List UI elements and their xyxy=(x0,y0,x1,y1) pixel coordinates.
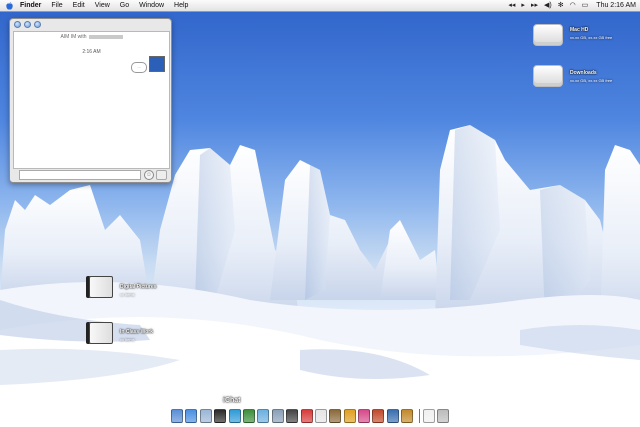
rewind-icon[interactable]: ◂◂ xyxy=(508,0,515,11)
dock-tooltip: iChat xyxy=(223,397,241,404)
finder-icon[interactable] xyxy=(171,408,183,423)
folder-icon[interactable] xyxy=(89,322,113,344)
messenger-icon[interactable] xyxy=(228,408,241,423)
chat-window[interactable]: AIM IM with 2:16 AM ... ☺ xyxy=(9,18,172,183)
dock-separator xyxy=(418,408,420,423)
menu-help[interactable]: Help xyxy=(174,0,188,11)
fast-forward-icon[interactable]: ▸▸ xyxy=(531,0,538,11)
address-book-icon[interactable] xyxy=(242,408,255,423)
ical-icon[interactable] xyxy=(300,408,313,423)
books-icon[interactable] xyxy=(386,408,399,423)
close-button[interactable] xyxy=(14,21,21,28)
trash-icon[interactable] xyxy=(437,408,450,423)
downloads-label: Downloads xyxy=(570,70,597,76)
dock xyxy=(166,405,472,425)
folder-icon[interactable] xyxy=(89,276,113,298)
mac-hd-label: Mac HD xyxy=(570,27,589,33)
menu-file[interactable]: File xyxy=(51,0,62,11)
flower-icon[interactable] xyxy=(358,408,371,423)
in-class-work-label: In Class Work xyxy=(120,329,153,335)
menu-window[interactable]: Window xyxy=(139,0,164,11)
chat-timestamp: 2:16 AM xyxy=(82,49,101,55)
preview-icon[interactable] xyxy=(314,408,327,423)
imovie-icon[interactable] xyxy=(286,408,299,423)
desktop-icon-in-class-work[interactable] xyxy=(89,322,113,344)
desktop-icon-mac-hd[interactable] xyxy=(533,24,563,46)
chat-title: AIM IM with xyxy=(60,34,87,40)
desktop-icon-downloads[interactable] xyxy=(533,65,563,87)
iphoto-icon[interactable] xyxy=(271,408,284,423)
message-input[interactable] xyxy=(19,170,141,180)
digital-pictures-sub: xx items xyxy=(120,292,135,297)
mail-icon[interactable] xyxy=(199,408,212,423)
menu-finder[interactable]: Finder xyxy=(20,0,41,11)
apple-icon[interactable] xyxy=(6,1,14,10)
pencil-icon[interactable] xyxy=(329,408,342,423)
airport-icon[interactable]: ◠ xyxy=(570,0,576,11)
digital-pictures-label: Digital Pictures xyxy=(120,284,157,290)
bluetooth-icon[interactable]: ✻ xyxy=(558,0,564,11)
chat-header: AIM IM with xyxy=(14,34,169,40)
mac-hd-sub: xx.xx GB, xx.xx GB free xyxy=(570,35,613,40)
redacted-screenname xyxy=(88,34,123,39)
buddy-icon xyxy=(149,56,165,72)
menu-bar: Finder File Edit View Go Window Help ◂◂ … xyxy=(0,0,640,12)
volume-icon[interactable]: ◀) xyxy=(544,0,552,11)
ichat-icon[interactable] xyxy=(214,408,227,423)
window-titlebar[interactable] xyxy=(10,19,171,30)
menu-clock[interactable]: Thu 2:16 AM xyxy=(596,0,636,11)
hard-drive-icon[interactable] xyxy=(533,24,563,46)
typing-bubble: ... xyxy=(131,62,147,73)
resize-grip[interactable] xyxy=(156,170,167,180)
message-input-bar: ☺ xyxy=(13,169,168,180)
downloads-sub: xx.xx GB, xx.xx GB free xyxy=(570,78,613,83)
drive-icon[interactable] xyxy=(533,65,563,87)
menu-edit[interactable]: Edit xyxy=(73,0,85,11)
chat-transcript[interactable]: AIM IM with 2:16 AM ... xyxy=(13,31,170,169)
shell-icon[interactable] xyxy=(401,408,414,423)
battery-icon[interactable]: ▭ xyxy=(582,0,589,11)
minimize-button[interactable] xyxy=(24,21,31,28)
play-pause-icon[interactable]: ▸ xyxy=(521,0,525,11)
status-menus: ◂◂ ▸ ▸▸ ◀) ✻ ◠ ▭ Thu 2:16 AM xyxy=(502,0,636,11)
cube-icon[interactable] xyxy=(372,408,385,423)
zoom-button[interactable] xyxy=(34,21,41,28)
checkmark-icon[interactable] xyxy=(343,408,356,423)
safari-icon[interactable] xyxy=(185,408,198,423)
in-class-work-sub: xx items xyxy=(120,337,135,342)
menu-go[interactable]: Go xyxy=(120,0,129,11)
desktop-icon-digital-pictures[interactable] xyxy=(89,276,113,298)
smiley-icon[interactable]: ☺ xyxy=(144,170,154,180)
menu-view[interactable]: View xyxy=(95,0,110,11)
itunes-icon[interactable] xyxy=(257,408,270,423)
documents-icon[interactable] xyxy=(422,408,435,423)
